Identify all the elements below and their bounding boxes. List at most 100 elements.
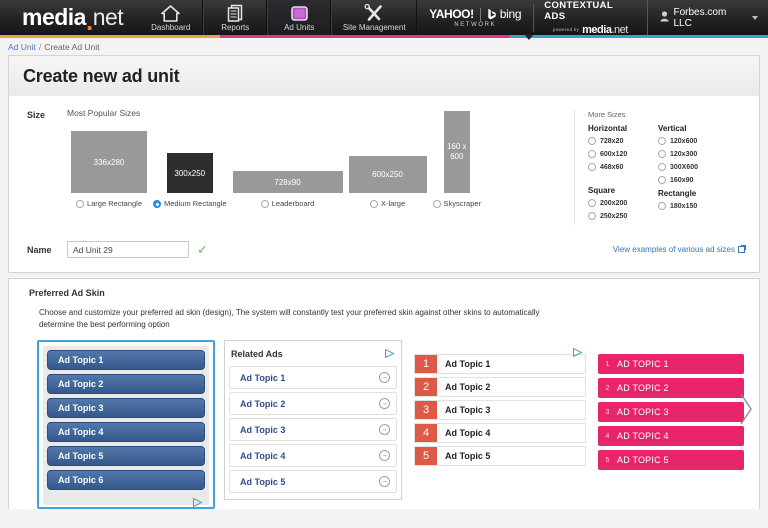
yahoo-logo: YAHOO! [429, 7, 474, 21]
adchoices-icon[interactable] [414, 344, 586, 358]
related-ads-item: Ad Topic 4 → [229, 444, 397, 468]
more-sizes-panel: More Sizes Horizontal 728x20 600x120 468… [574, 110, 759, 225]
nav-item-ad-units[interactable]: Ad Units [267, 0, 535, 40]
pink-skin-index: 2 [605, 384, 610, 392]
related-ads-item: Ad Topic 3 → [229, 418, 397, 442]
yahoo-bing-network: YAHOO! bing NETWORK [417, 7, 533, 28]
size-option-medium-rectangle[interactable]: 300x250 Medium Rectangle [153, 153, 227, 208]
nav-label-ad-units: Ad Units [284, 23, 315, 32]
radio-indicator[interactable] [588, 150, 596, 158]
more-size-option-468x60[interactable]: 468x60 [588, 163, 658, 171]
chevron-down-icon [752, 15, 758, 20]
size-box-160x600[interactable]: 160 x 600 [443, 111, 470, 193]
size-option-large-rectangle[interactable]: 336x280 Large Rectangle [71, 131, 147, 208]
radio-indicator[interactable] [658, 176, 666, 184]
more-size-option-180x150[interactable]: 180x150 [658, 202, 728, 210]
more-size-option-250x250[interactable]: 250x250 [588, 212, 658, 220]
radio-indicator[interactable] [432, 199, 441, 208]
name-row: Name ✓ View examples of various ad sizes [9, 225, 759, 272]
size-radio-leaderboard[interactable]: Leaderboard [260, 199, 315, 208]
gradient-orange [0, 35, 220, 38]
breadcrumb: Ad Unit / Create Ad Unit [0, 38, 768, 55]
size-radio-x-large[interactable]: X-large [369, 199, 405, 208]
nav-item-dashboard[interactable]: Dashboard [139, 0, 204, 35]
more-size-option-120x300[interactable]: 120x300 [658, 150, 728, 158]
related-ads-item-label: Ad Topic 3 [240, 424, 286, 435]
related-ads-heading: Related Ads [231, 349, 283, 360]
adchoices-icon[interactable] [47, 494, 205, 508]
more-sizes-column-right: Vertical 120x600 120x300 300X600 160x90 … [658, 124, 728, 225]
breadcrumb-link-ad-unit[interactable]: Ad Unit [8, 42, 36, 52]
active-tab-pointer [524, 34, 535, 40]
size-radio-skyscraper[interactable]: Skyscraper [432, 199, 482, 208]
user-name-label: Forbes.com LLC [673, 6, 727, 29]
more-size-option-300x600[interactable]: 300X600 [658, 163, 728, 171]
radio-indicator[interactable] [658, 150, 666, 158]
related-ads-header: Related Ads [229, 345, 397, 366]
logo-net-text: net [92, 4, 124, 30]
size-box-336x280[interactable]: 336x280 [71, 131, 147, 193]
size-option-leaderboard[interactable]: 728x90 Leaderboard [232, 171, 343, 208]
size-box-600x250[interactable]: 600x250 [348, 156, 427, 193]
more-size-option-728x20[interactable]: 728x20 [588, 137, 658, 145]
size-option-x-large[interactable]: 600x250 X-large [348, 156, 427, 208]
pink-skin-item: 2 AD TOPIC 2 [598, 378, 744, 399]
radio-indicator-selected[interactable] [153, 199, 161, 208]
radio-indicator[interactable] [260, 199, 269, 208]
pink-skin-index: 5 [605, 456, 610, 464]
ad-skin-card-blue[interactable]: Ad Topic 1 Ad Topic 2 Ad Topic 3 Ad Topi… [37, 340, 215, 510]
radio-indicator[interactable] [75, 199, 84, 208]
preferred-ad-skin-title: Preferred Ad Skin [29, 288, 105, 298]
user-account-menu[interactable]: Forbes.com LLC [646, 0, 768, 35]
valid-check-icon: ✓ [197, 242, 208, 257]
radio-indicator[interactable] [658, 137, 666, 145]
radio-indicator[interactable] [658, 202, 666, 210]
ad-skin-card-related-ads[interactable]: Related Ads Ad Topic 1 → Ad Topic 2 → Ad T… [224, 340, 402, 501]
more-size-label: 120x600 [670, 137, 698, 145]
radio-indicator[interactable] [588, 163, 596, 171]
size-option-skyscraper[interactable]: 160 x 600 Skyscraper [432, 111, 482, 208]
size-box-728x90[interactable]: 728x90 [232, 171, 343, 193]
ad-skin-card-numbered[interactable]: 1 Ad Topic 1 2 Ad Topic 2 3 Ad Topic 3 4 Ad … [411, 340, 589, 473]
more-size-option-600x120[interactable]: 600x120 [588, 150, 658, 158]
size-box-300x250[interactable]: 300x250 [166, 153, 213, 193]
size-radio-label: Skyscraper [443, 199, 482, 208]
radio-indicator[interactable] [588, 212, 596, 220]
numbered-skin-item: 3 Ad Topic 3 [414, 400, 586, 421]
user-avatar-icon [659, 10, 669, 25]
related-ads-item: Ad Topic 2 → [229, 392, 397, 416]
size-radio-large-rectangle[interactable]: Large Rectangle [75, 199, 142, 208]
carousel-next-button[interactable] [739, 392, 753, 426]
ad-skin-card-pink[interactable]: 1 AD TOPIC 1 2 AD TOPIC 2 3 AD TOPIC 3 4 AD … [598, 340, 744, 478]
more-size-label: 120x300 [670, 150, 698, 158]
arrow-right-circle-icon: → [379, 450, 390, 462]
medianet-logo[interactable]: media. net [0, 0, 139, 35]
radio-indicator[interactable] [658, 163, 666, 171]
gradient-pink [220, 35, 510, 38]
pink-skin-label: AD TOPIC 5 [617, 455, 669, 466]
view-examples-link[interactable]: View examples of various ad sizes [613, 245, 746, 254]
size-radio-label: Leaderboard [271, 199, 315, 208]
ad-unit-name-input[interactable] [67, 241, 189, 258]
more-size-option-200x200[interactable]: 200x200 [588, 199, 658, 207]
powered-by-label: powered by [552, 27, 580, 32]
more-size-label: 250x250 [600, 212, 628, 220]
blue-skin-item: Ad Topic 6 [47, 470, 205, 491]
bing-logo: bing [487, 7, 521, 21]
adchoices-icon[interactable] [385, 345, 395, 363]
more-size-option-160x90[interactable]: 160x90 [658, 176, 728, 184]
ctx-media-text: media [582, 23, 612, 36]
more-size-option-120x600[interactable]: 120x600 [658, 137, 728, 145]
radio-indicator[interactable] [588, 199, 596, 207]
numbered-skin-label: Ad Topic 1 [445, 359, 491, 370]
nav-item-reports[interactable]: Reports [203, 0, 268, 35]
related-ads-item: Ad Topic 5 → [229, 470, 397, 494]
nav-item-site-management[interactable]: Site Management [331, 0, 418, 35]
external-link-icon [738, 245, 746, 253]
radio-indicator[interactable] [588, 137, 596, 145]
most-popular-sizes-label: Most Popular Sizes [67, 108, 141, 118]
size-radio-medium-rectangle[interactable]: Medium Rectangle [153, 199, 227, 208]
pink-skin-index: 3 [605, 408, 610, 416]
related-ads-item-label: Ad Topic 1 [240, 372, 286, 383]
radio-indicator[interactable] [369, 199, 378, 208]
